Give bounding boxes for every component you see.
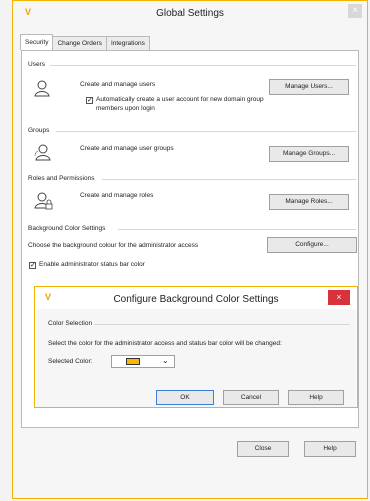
enable-status-bar-color-checkbox[interactable]: ✓: [29, 262, 36, 269]
roles-description: Create and manage roles: [80, 192, 154, 199]
divider: [118, 229, 356, 230]
dialog-body: Color Selection Select the color for the…: [36, 309, 356, 407]
selected-color-label: Selected Color:: [48, 358, 93, 365]
auto-create-label-line2: members upon login: [96, 105, 155, 112]
manage-groups-button[interactable]: Manage Groups...: [269, 146, 349, 162]
manage-roles-button[interactable]: Manage Roles...: [269, 194, 349, 210]
color-dropdown[interactable]: ⌄: [111, 355, 175, 368]
color-swatch: [126, 358, 140, 365]
close-icon[interactable]: ×: [348, 4, 362, 18]
color-selection-title: Color Selection: [48, 320, 93, 327]
tab-strip: Security Change Orders Integrations: [20, 34, 150, 51]
user-lock-icon: [34, 192, 53, 210]
roles-group-title: Roles and Permissions: [28, 175, 99, 182]
title-bar: V Global Settings ×: [13, 1, 367, 26]
close-button[interactable]: Close: [237, 441, 289, 457]
ok-button[interactable]: OK: [156, 390, 214, 405]
divider: [94, 324, 350, 325]
auto-create-checkbox[interactable]: ✓: [86, 97, 93, 104]
help-button[interactable]: Help: [304, 441, 356, 457]
bg-color-description: Choose the background colour for the adm…: [28, 242, 199, 249]
groups-description: Create and manage user groups: [80, 145, 174, 152]
tab-integrations[interactable]: Integrations: [105, 36, 150, 50]
cancel-button[interactable]: Cancel: [223, 390, 279, 405]
configure-button[interactable]: Configure...: [267, 237, 357, 253]
divider: [50, 65, 356, 66]
users-description: Create and manage users: [80, 81, 156, 88]
user-group-icon: [34, 144, 51, 161]
dialog-close-icon[interactable]: ×: [328, 290, 350, 305]
configure-bg-color-dialog: V Configure Background Color Settings × …: [34, 286, 358, 408]
groups-group-title: Groups: [28, 127, 54, 134]
auto-create-label-line1: Automatically create a user account for …: [96, 96, 264, 103]
tab-change-orders[interactable]: Change Orders: [52, 36, 107, 50]
window-title: Global Settings: [156, 8, 224, 19]
user-icon: [34, 80, 50, 97]
tab-security[interactable]: Security: [20, 34, 54, 50]
manage-users-button[interactable]: Manage Users...: [269, 79, 349, 95]
enable-status-bar-color-label: Enable administrator status bar color: [39, 261, 145, 268]
chevron-down-icon: ⌄: [162, 356, 169, 365]
users-group-title: Users: [28, 61, 49, 68]
color-instruction: Select the color for the administrator a…: [48, 340, 282, 347]
dialog-help-button[interactable]: Help: [288, 390, 344, 405]
divider: [56, 131, 356, 132]
divider: [102, 179, 356, 180]
bg-color-group-title: Background Color Settings: [28, 225, 110, 232]
dialog-title: Configure Background Color Settings: [113, 294, 279, 305]
